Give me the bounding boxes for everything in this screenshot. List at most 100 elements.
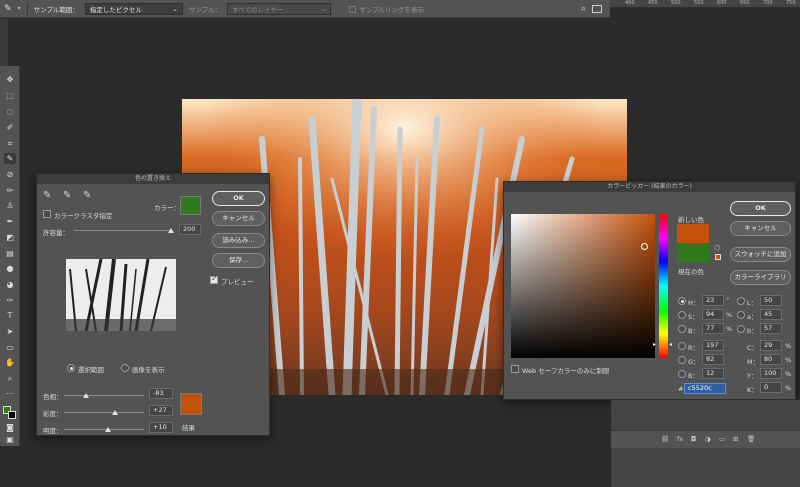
background-color-swatch[interactable] bbox=[8, 411, 16, 419]
move-tool-icon[interactable]: ✥ bbox=[4, 74, 16, 85]
current-color-swatch[interactable] bbox=[677, 243, 709, 262]
blue-radio[interactable] bbox=[678, 370, 686, 378]
ok-button[interactable]: OK bbox=[730, 201, 791, 216]
dodge-tool-icon[interactable]: ◕ bbox=[4, 279, 16, 290]
saturation-slider-thumb[interactable] bbox=[112, 410, 119, 415]
gradient-tool-icon[interactable]: ▤ bbox=[4, 248, 16, 259]
search-icon[interactable]: ⌕ bbox=[581, 4, 586, 14]
magenta-field[interactable]: 80 bbox=[760, 354, 782, 365]
lightness-field[interactable]: +10 bbox=[149, 422, 173, 433]
brush-tool-icon[interactable]: ✏ bbox=[4, 185, 16, 196]
crop-tool-icon[interactable]: ⌗ bbox=[4, 138, 16, 149]
eyedropper-plus-icon[interactable]: ✎ bbox=[63, 190, 71, 201]
zoom-tool-icon[interactable]: ⌕ bbox=[4, 373, 16, 384]
trash-icon[interactable]: 🗑 bbox=[747, 435, 755, 443]
localized-clusters-checkbox[interactable] bbox=[43, 210, 51, 218]
screen-mode-icon[interactable]: ▣ bbox=[4, 434, 16, 445]
rectangle-tool-icon[interactable]: ▭ bbox=[4, 342, 16, 353]
brightness-field[interactable]: 77 bbox=[702, 323, 724, 334]
quick-mask-icon[interactable]: ◙ bbox=[4, 422, 16, 433]
saturation-brightness-field[interactable] bbox=[511, 214, 655, 358]
saturation-slider[interactable] bbox=[64, 412, 144, 413]
result-color-swatch[interactable] bbox=[180, 393, 202, 415]
brightness-radio[interactable] bbox=[678, 325, 686, 333]
cyan-field[interactable]: 29 bbox=[760, 340, 782, 351]
chevron-down-icon[interactable]: ▾ bbox=[18, 5, 21, 12]
sample-size-select[interactable]: 指定したピクセル ⌄ bbox=[84, 2, 183, 15]
yellow-field[interactable]: 100 bbox=[760, 368, 782, 379]
link-icon[interactable]: ⛓ bbox=[661, 435, 669, 443]
saturation-field[interactable]: +27 bbox=[149, 405, 173, 416]
cancel-button[interactable]: キャンセル bbox=[212, 211, 265, 226]
lightness-slider[interactable] bbox=[64, 429, 144, 430]
hue-radio[interactable] bbox=[678, 297, 686, 305]
gamut-cube-icon[interactable]: ⬡ bbox=[714, 244, 720, 252]
hand-tool-icon[interactable]: ✋ bbox=[4, 357, 16, 368]
lab-l-radio[interactable] bbox=[737, 297, 745, 305]
web-safe-color-swatch[interactable] bbox=[715, 254, 721, 260]
lightness-slider-thumb[interactable] bbox=[105, 427, 111, 432]
sample-select[interactable]: すべてのレイヤー ⌄ bbox=[227, 2, 332, 15]
path-selection-tool-icon[interactable]: ➤ bbox=[4, 326, 16, 337]
lab-a-radio[interactable] bbox=[737, 311, 745, 319]
selected-color-swatch[interactable] bbox=[180, 196, 201, 215]
healing-brush-tool-icon[interactable]: ⊘ bbox=[4, 169, 16, 180]
image-radio[interactable] bbox=[121, 364, 129, 372]
hue-field[interactable]: 23 bbox=[702, 295, 724, 306]
new-layer-icon[interactable]: ⊞ bbox=[733, 435, 738, 443]
ok-button[interactable]: OK bbox=[212, 191, 265, 206]
saturation-radio[interactable] bbox=[678, 311, 686, 319]
blur-tool-icon[interactable]: ● bbox=[4, 263, 16, 274]
save-button[interactable]: 保存... bbox=[212, 253, 265, 268]
folder-icon[interactable]: ▭ bbox=[719, 435, 725, 443]
green-radio[interactable] bbox=[678, 356, 686, 364]
green-field[interactable]: 82 bbox=[702, 354, 724, 365]
lab-a-field[interactable]: 45 bbox=[760, 309, 782, 320]
web-colors-only-checkbox[interactable] bbox=[511, 365, 519, 373]
quick-select-tool-icon[interactable]: ✐ bbox=[4, 122, 16, 133]
selection-radio[interactable] bbox=[67, 364, 75, 372]
eyedropper-minus-icon[interactable]: ✎ bbox=[83, 190, 91, 201]
red-radio[interactable] bbox=[678, 342, 686, 350]
eyedropper-icon[interactable]: ✎ bbox=[4, 4, 12, 14]
more-tools-icon[interactable]: ⋯ bbox=[4, 388, 16, 399]
mask-icon[interactable]: ◘ bbox=[691, 435, 696, 443]
fuzziness-slider-thumb[interactable] bbox=[168, 228, 174, 233]
hue-slider[interactable] bbox=[64, 395, 144, 396]
preview-checkbox[interactable] bbox=[210, 274, 218, 284]
hue-strip-right-arrow-icon[interactable]: ◂ bbox=[669, 341, 672, 348]
black-field[interactable]: 0 bbox=[760, 382, 782, 393]
fuzziness-slider[interactable] bbox=[74, 230, 171, 231]
hue-field[interactable]: -83 bbox=[149, 388, 173, 399]
show-sampling-ring-checkbox[interactable] bbox=[349, 6, 357, 13]
add-to-swatches-button[interactable]: スウォッチに追加 bbox=[730, 247, 791, 262]
cancel-button[interactable]: キャンセル bbox=[730, 221, 791, 236]
history-brush-tool-icon[interactable]: ✒ bbox=[4, 216, 16, 227]
color-cursor[interactable] bbox=[641, 243, 648, 250]
pen-tool-icon[interactable]: ✑ bbox=[4, 295, 16, 306]
lab-l-field[interactable]: 50 bbox=[760, 295, 782, 306]
fuzziness-field[interactable]: 200 bbox=[179, 224, 201, 235]
red-field[interactable]: 197 bbox=[702, 340, 724, 351]
show-sampling-ring-option[interactable]: サンプルリングを表示 bbox=[349, 4, 424, 14]
eyedropper-icon[interactable]: ✎ bbox=[43, 190, 51, 201]
load-button[interactable]: 読み込み... bbox=[212, 233, 265, 248]
color-libraries-button[interactable]: カラーライブラリ bbox=[730, 270, 791, 285]
hue-strip[interactable] bbox=[659, 214, 668, 358]
lasso-tool-icon[interactable]: ◌ bbox=[4, 106, 16, 117]
marquee-tool-icon[interactable]: ⬚ bbox=[4, 90, 16, 101]
eyedropper-tool-icon[interactable]: ✎ bbox=[4, 153, 16, 164]
type-tool-icon[interactable]: T bbox=[4, 310, 16, 321]
workspace-icon[interactable] bbox=[592, 4, 602, 13]
saturation-field[interactable]: 94 bbox=[702, 309, 724, 320]
hue-strip-left-arrow-icon[interactable]: ▸ bbox=[653, 341, 656, 348]
clone-stamp-tool-icon[interactable]: ♙ bbox=[4, 200, 16, 211]
hue-slider-thumb[interactable] bbox=[82, 393, 89, 398]
fx-icon[interactable]: fx bbox=[677, 435, 683, 443]
blue-field[interactable]: 12 bbox=[702, 368, 724, 379]
lab-b-field[interactable]: 57 bbox=[760, 323, 782, 334]
lab-b-radio[interactable] bbox=[737, 325, 745, 333]
eraser-tool-icon[interactable]: ◩ bbox=[4, 232, 16, 243]
adjustment-icon[interactable]: ◑ bbox=[705, 435, 711, 443]
hex-field[interactable]: c5520c bbox=[684, 383, 726, 394]
